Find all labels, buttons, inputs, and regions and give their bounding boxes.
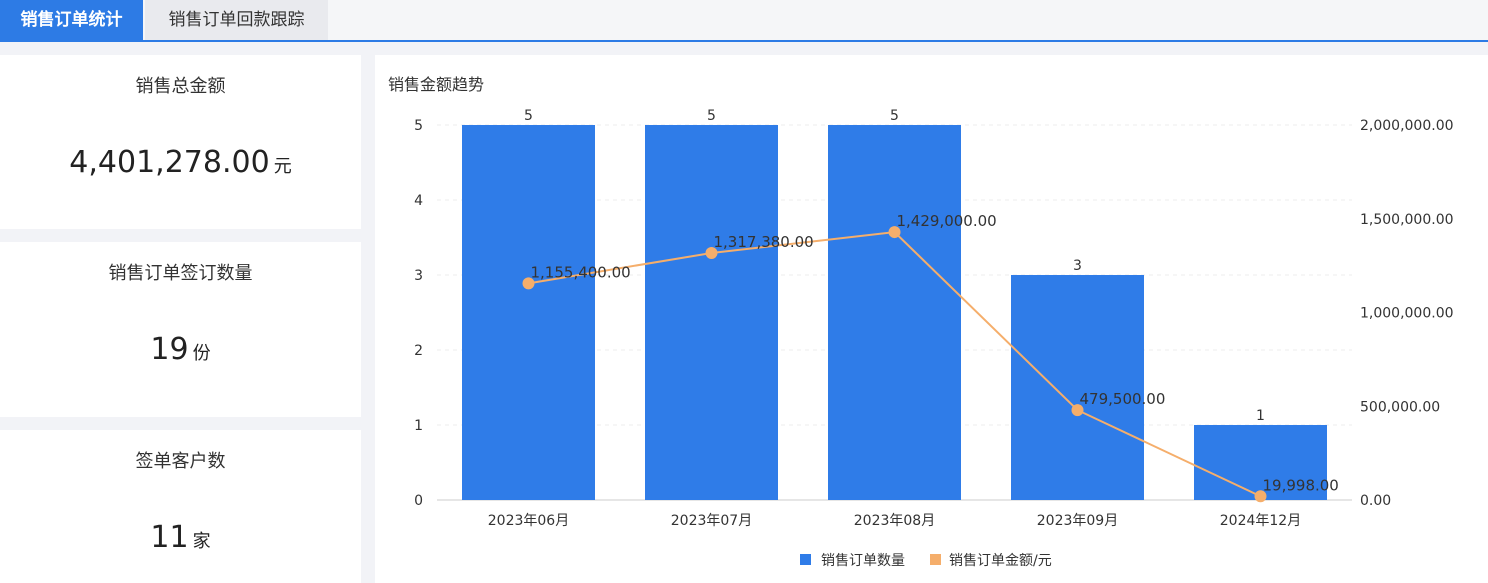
bar-data-label: 3 (1073, 258, 1082, 274)
bar (828, 125, 961, 500)
tab-sales-order-stats[interactable]: 销售订单统计 (0, 0, 143, 40)
stat-number: 19 (150, 332, 189, 367)
bar-data-label: 5 (707, 108, 716, 124)
legend-swatch-line (930, 554, 941, 565)
stat-number: 4,401,278.00 (69, 145, 270, 180)
y-left-tick-label: 4 (414, 193, 423, 209)
y-left-tick-label: 5 (414, 118, 423, 134)
y-left-tick-label: 0 (414, 493, 423, 509)
stat-card-order-count: 销售订单签订数量 19 份 (0, 242, 361, 417)
bar-data-label: 5 (890, 108, 899, 124)
stat-number: 11 (150, 520, 189, 555)
stat-card-total-amount: 销售总金额 4,401,278.00 元 (0, 55, 361, 229)
bar-data-label: 5 (524, 108, 533, 124)
y-left-tick-label: 2 (414, 343, 423, 359)
bar-data-label: 1 (1256, 408, 1265, 424)
stat-label: 销售订单签订数量 (108, 263, 253, 284)
x-tick-label: 2023年07月 (671, 513, 752, 529)
line-data-label: 479,500.00 (1080, 390, 1166, 408)
stat-value: 4,401,278.00 元 (0, 145, 361, 180)
stat-label: 销售总金额 (135, 76, 226, 97)
y-left-tick-label: 1 (414, 418, 423, 434)
bar (462, 125, 595, 500)
stat-unit: 元 (273, 156, 292, 177)
y-right-tick-label: 500,000.00 (1360, 399, 1440, 415)
x-tick-label: 2024年12月 (1220, 513, 1301, 529)
x-tick-label: 2023年06月 (488, 513, 569, 529)
tab-bar: 销售订单统计 销售订单回款跟踪 (0, 0, 1488, 42)
stat-value: 11 家 (0, 520, 361, 555)
y-right-tick-label: 0.00 (1360, 493, 1391, 509)
line-data-label: 1,155,400.00 (531, 263, 631, 281)
x-tick-label: 2023年08月 (854, 513, 935, 529)
stat-value: 19 份 (0, 332, 361, 367)
line-data-label: 19,998.00 (1263, 476, 1339, 494)
y-right-tick-label: 1,000,000.00 (1360, 306, 1454, 322)
bar (645, 125, 778, 500)
line-data-label: 1,317,380.00 (714, 233, 814, 251)
legend-label-line: 销售订单金额/元 (949, 553, 1052, 569)
y-right-tick-label: 1,500,000.00 (1360, 212, 1454, 228)
tab-sales-order-payment-tracking[interactable]: 销售订单回款跟踪 (145, 0, 328, 40)
stat-label: 签单客户数 (135, 451, 226, 472)
legend-label-bar: 销售订单数量 (821, 553, 905, 569)
stat-unit: 份 (192, 343, 211, 364)
bar (1011, 275, 1144, 500)
stat-unit: 家 (192, 531, 211, 552)
stat-card-customer-count: 签单客户数 11 家 (0, 430, 361, 583)
y-left-tick-label: 3 (414, 268, 423, 284)
line-data-label: 1,429,000.00 (897, 212, 997, 230)
sales-trend-chart: 0 1 2 3 4 5 0.00 500,000.00 1,000,000.00 1,500,00… (414, 108, 1454, 569)
sales-trend-panel: 销售金额趋势 0 1 2 3 4 5 0.00 500,000.00 1,000,000.00 1… (375, 55, 1488, 583)
y-right-tick-label: 2,000,000.00 (1360, 118, 1454, 134)
x-tick-label: 2023年09月 (1037, 513, 1118, 529)
legend-swatch-bar (800, 554, 811, 565)
